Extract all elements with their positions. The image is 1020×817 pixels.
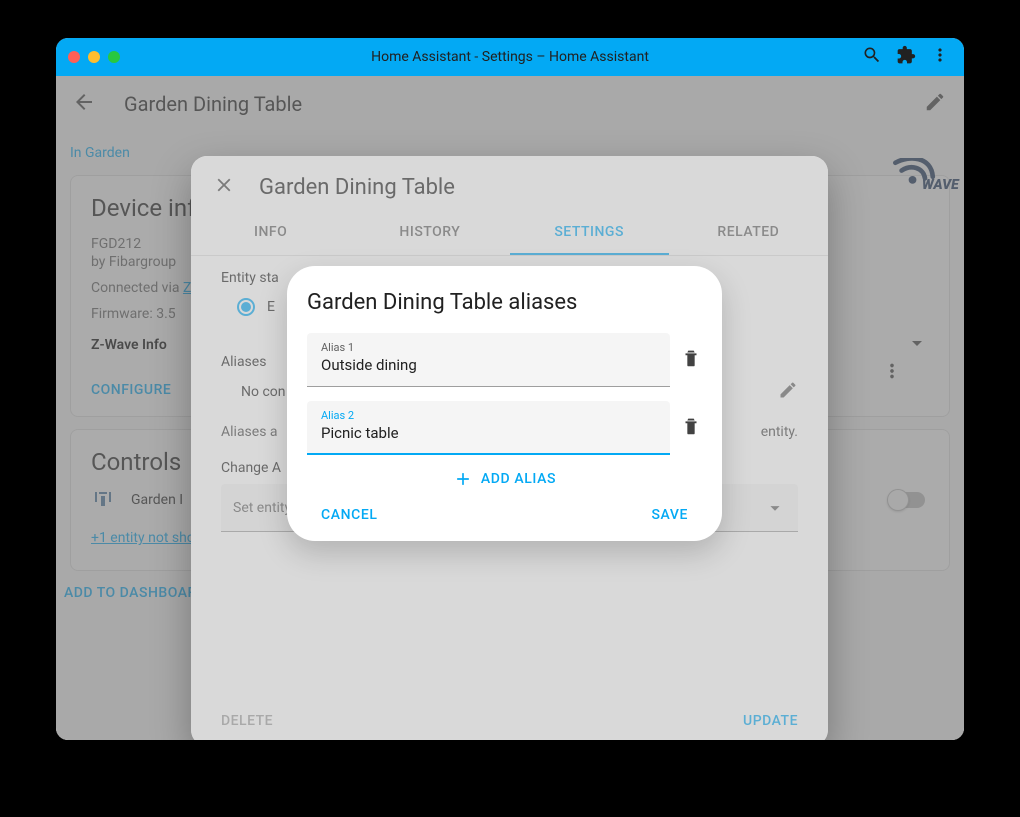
window-title: Home Assistant - Settings – Home Assista… <box>68 49 952 65</box>
alias-2-label: Alias 2 <box>321 409 656 422</box>
alias-row-1: Alias 1 <box>307 333 702 387</box>
add-alias-button[interactable]: ADD ALIAS <box>307 469 702 489</box>
close-window-icon[interactable] <box>68 51 80 63</box>
minimize-window-icon[interactable] <box>88 51 100 63</box>
save-button[interactable]: SAVE <box>651 507 688 523</box>
alias-1-input[interactable] <box>321 356 656 374</box>
alias-2-input[interactable] <box>321 424 656 442</box>
fullscreen-window-icon[interactable] <box>108 51 120 63</box>
add-alias-label: ADD ALIAS <box>481 471 556 487</box>
delete-alias-2-icon[interactable] <box>680 415 702 441</box>
alias-1-field[interactable]: Alias 1 <box>307 333 670 387</box>
alias-1-label: Alias 1 <box>321 341 656 354</box>
page-body: Garden Dining Table In Garden WAVE Devic… <box>56 76 964 740</box>
browser-menu-icon[interactable] <box>930 45 950 69</box>
extensions-icon[interactable] <box>896 45 916 69</box>
cancel-button[interactable]: CANCEL <box>321 507 378 523</box>
plus-icon <box>453 469 473 489</box>
app-window: Home Assistant - Settings – Home Assista… <box>56 38 964 740</box>
titlebar: Home Assistant - Settings – Home Assista… <box>56 38 964 76</box>
window-controls <box>68 51 120 63</box>
alias-2-field[interactable]: Alias 2 <box>307 401 670 455</box>
delete-alias-1-icon[interactable] <box>680 347 702 373</box>
aliases-modal: Garden Dining Table aliases Alias 1 Alia… <box>287 266 722 541</box>
entity-settings-modal: Garden Dining Table INFO HISTORY SETTING… <box>191 156 828 740</box>
search-icon[interactable] <box>862 45 882 69</box>
aliases-modal-title: Garden Dining Table aliases <box>307 290 702 315</box>
alias-row-2: Alias 2 <box>307 401 702 455</box>
